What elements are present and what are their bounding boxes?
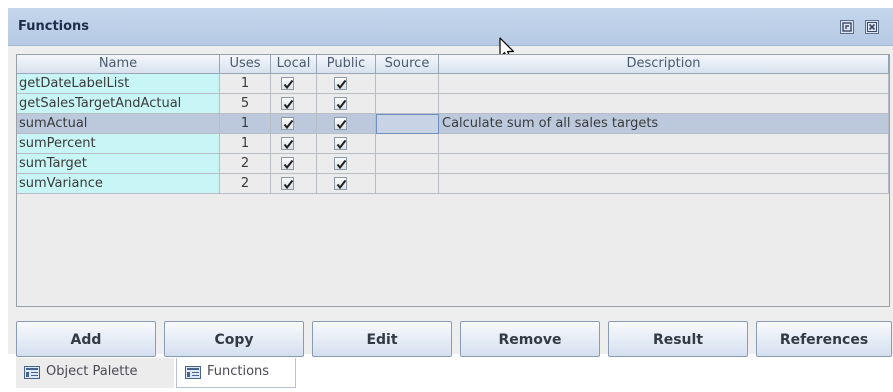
checkmark-icon <box>336 159 347 170</box>
checkbox-local[interactable] <box>281 117 294 130</box>
window-icon <box>185 366 201 379</box>
checkbox-local[interactable] <box>281 177 294 190</box>
cell-public[interactable] <box>317 114 376 134</box>
checkmark-icon <box>336 139 347 150</box>
checkmark-icon <box>283 159 294 170</box>
cell-source[interactable] <box>376 94 439 114</box>
tab-label: Object Palette <box>46 364 138 379</box>
button-row: Add Copy Edit Remove Result References <box>16 321 893 357</box>
column-header-source[interactable]: Source <box>376 55 439 74</box>
checkbox-local[interactable] <box>281 77 294 90</box>
cell-public[interactable] <box>317 154 376 174</box>
cell-uses[interactable]: 1 <box>220 114 271 134</box>
table-row[interactable]: sumPercent 1 <box>17 134 889 154</box>
table-row[interactable]: sumVariance 2 <box>17 174 889 194</box>
cell-source[interactable] <box>376 134 439 154</box>
checkbox-local[interactable] <box>281 137 294 150</box>
checkbox-public[interactable] <box>334 157 347 170</box>
checkmark-icon <box>336 119 347 130</box>
cell-name[interactable]: sumTarget <box>17 154 220 174</box>
checkmark-icon <box>336 79 347 90</box>
tab-functions[interactable]: Functions <box>176 358 296 388</box>
table-row[interactable]: getDateLabelList 1 <box>17 74 889 94</box>
cell-description[interactable] <box>439 174 889 194</box>
cell-public[interactable] <box>317 74 376 94</box>
cell-description[interactable] <box>439 154 889 174</box>
cell-description[interactable] <box>439 74 889 94</box>
checkmark-icon <box>283 119 294 130</box>
copy-button[interactable]: Copy <box>164 321 304 357</box>
window-icon <box>24 366 40 379</box>
checkmark-icon <box>283 179 294 190</box>
cell-uses[interactable]: 2 <box>220 154 271 174</box>
cell-local[interactable] <box>271 74 317 94</box>
checkbox-public[interactable] <box>334 177 347 190</box>
checkbox-local[interactable] <box>281 97 294 110</box>
cell-local[interactable] <box>271 174 317 194</box>
close-icon[interactable] <box>865 20 879 34</box>
cell-local[interactable] <box>271 114 317 134</box>
remove-button[interactable]: Remove <box>460 321 600 357</box>
table-row[interactable]: sumActual 1 Calculate sum of all sales tar… <box>17 114 889 134</box>
checkmark-icon <box>283 99 294 110</box>
references-button[interactable]: References <box>756 321 892 357</box>
cell-local[interactable] <box>271 154 317 174</box>
bottom-tab-bar: Object Palette Functions <box>16 358 893 388</box>
result-button[interactable]: Result <box>608 321 748 357</box>
cell-description[interactable] <box>439 94 889 114</box>
column-header-name[interactable]: Name <box>17 55 220 74</box>
cell-uses[interactable]: 1 <box>220 134 271 154</box>
cell-description[interactable] <box>439 134 889 154</box>
column-header-local[interactable]: Local <box>271 55 317 74</box>
panel-titlebar[interactable]: Functions <box>8 8 893 46</box>
checkbox-public[interactable] <box>334 117 347 130</box>
edit-button[interactable]: Edit <box>312 321 452 357</box>
column-header-description[interactable]: Description <box>439 55 889 74</box>
cell-name[interactable]: sumPercent <box>17 134 220 154</box>
table-row[interactable]: getSalesTargetAndActual 5 <box>17 94 889 114</box>
cell-local[interactable] <box>271 134 317 154</box>
cell-uses[interactable]: 5 <box>220 94 271 114</box>
checkmark-icon <box>336 179 347 190</box>
tab-object-palette[interactable]: Object Palette <box>16 358 174 388</box>
cell-name[interactable]: sumVariance <box>17 174 220 194</box>
cell-name[interactable]: getDateLabelList <box>17 74 220 94</box>
add-button[interactable]: Add <box>16 321 156 357</box>
cell-source[interactable] <box>376 174 439 194</box>
cell-source[interactable] <box>376 154 439 174</box>
table-header: Name Uses Local Public Source Descriptio… <box>17 55 889 74</box>
cell-description[interactable]: Calculate sum of all sales targets <box>439 114 889 134</box>
cell-source[interactable] <box>376 74 439 94</box>
checkbox-local[interactable] <box>281 157 294 170</box>
cell-local[interactable] <box>271 94 317 114</box>
panel-title: Functions <box>18 19 90 34</box>
cell-source[interactable] <box>376 114 439 134</box>
cell-name[interactable]: sumActual <box>17 114 220 134</box>
tab-label: Functions <box>207 364 270 379</box>
checkbox-public[interactable] <box>334 137 347 150</box>
checkbox-public[interactable] <box>334 97 347 110</box>
cell-uses[interactable]: 1 <box>220 74 271 94</box>
column-header-uses[interactable]: Uses <box>220 55 271 74</box>
cell-uses[interactable]: 2 <box>220 174 271 194</box>
restore-icon[interactable] <box>840 20 854 34</box>
checkbox-public[interactable] <box>334 77 347 90</box>
cell-public[interactable] <box>317 174 376 194</box>
cell-name[interactable]: getSalesTargetAndActual <box>17 94 220 114</box>
functions-table: Name Uses Local Public Source Descriptio… <box>16 54 890 307</box>
checkmark-icon <box>336 99 347 110</box>
cell-public[interactable] <box>317 94 376 114</box>
checkmark-icon <box>283 79 294 90</box>
cell-public[interactable] <box>317 134 376 154</box>
table-row[interactable]: sumTarget 2 <box>17 154 889 174</box>
checkmark-icon <box>283 139 294 150</box>
column-header-public[interactable]: Public <box>317 55 376 74</box>
